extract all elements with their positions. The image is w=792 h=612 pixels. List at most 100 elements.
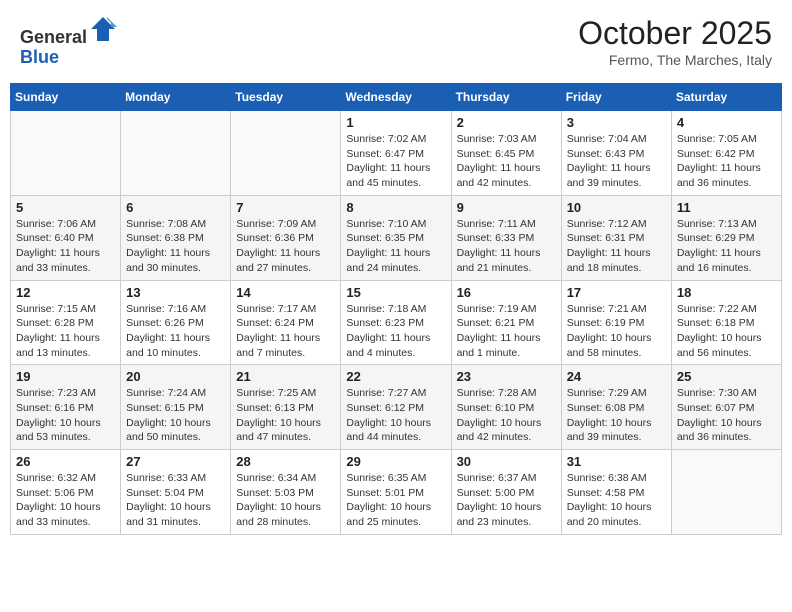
day-number: 19 <box>16 369 115 384</box>
day-number: 9 <box>457 200 556 215</box>
day-info: Sunrise: 7:24 AM Sunset: 6:15 PM Dayligh… <box>126 386 225 445</box>
logo: General Blue <box>20 15 117 68</box>
weekday-header: Friday <box>561 84 671 111</box>
day-number: 16 <box>457 285 556 300</box>
calendar-cell: 21Sunrise: 7:25 AM Sunset: 6:13 PM Dayli… <box>231 365 341 450</box>
calendar-cell: 5 Sunrise: 7:06 AM Sunset: 6:40 PM Daylig… <box>11 195 121 280</box>
logo-icon <box>89 15 117 43</box>
day-number: 29 <box>346 454 445 469</box>
weekday-header: Saturday <box>671 84 781 111</box>
calendar-table: SundayMondayTuesdayWednesdayThursdayFrid… <box>10 83 782 535</box>
calendar-cell <box>11 111 121 196</box>
day-info: Sunrise: 7:02 AM Sunset: 6:47 PM Dayligh… <box>346 132 445 191</box>
day-info: Sunrise: 7:06 AM Sunset: 6:40 PM Dayligh… <box>16 217 115 276</box>
weekday-header: Sunday <box>11 84 121 111</box>
calendar-cell: 2Sunrise: 7:03 AM Sunset: 6:45 PM Daylig… <box>451 111 561 196</box>
day-number: 21 <box>236 369 335 384</box>
day-number: 20 <box>126 369 225 384</box>
calendar-cell <box>231 111 341 196</box>
calendar-cell: 11 Sunrise: 7:13 AM Sunset: 6:29 PM Dayli… <box>671 195 781 280</box>
weekday-header-row: SundayMondayTuesdayWednesdayThursdayFrid… <box>11 84 782 111</box>
calendar-cell: 17 Sunrise: 7:21 AM Sunset: 6:19 PM Dayli… <box>561 280 671 365</box>
calendar-cell: 19 Sunrise: 7:23 AM Sunset: 6:16 PM Dayli… <box>11 365 121 450</box>
day-info: Sunrise: 6:33 AM Sunset: 5:04 PM Dayligh… <box>126 471 225 530</box>
calendar-cell <box>121 111 231 196</box>
calendar-cell: 29 Sunrise: 6:35 AM Sunset: 5:01 PM Dayli… <box>341 450 451 535</box>
day-info: Sunrise: 7:29 AM Sunset: 6:08 PM Dayligh… <box>567 386 666 445</box>
day-number: 14 <box>236 285 335 300</box>
calendar-cell: 31 Sunrise: 6:38 AM Sunset: 4:58 PM Dayli… <box>561 450 671 535</box>
calendar-cell: 14Sunrise: 7:17 AM Sunset: 6:24 PM Dayli… <box>231 280 341 365</box>
day-number: 10 <box>567 200 666 215</box>
day-info: Sunrise: 7:18 AM Sunset: 6:23 PM Dayligh… <box>346 302 445 361</box>
day-number: 8 <box>346 200 445 215</box>
calendar-cell: 10 Sunrise: 7:12 AM Sunset: 6:31 PM Dayli… <box>561 195 671 280</box>
calendar-week-row: 1 Sunrise: 7:02 AM Sunset: 6:47 PM Daylig… <box>11 111 782 196</box>
calendar-cell: 7 Sunrise: 7:09 AM Sunset: 6:36 PM Daylig… <box>231 195 341 280</box>
calendar-week-row: 26Sunrise: 6:32 AM Sunset: 5:06 PM Dayli… <box>11 450 782 535</box>
calendar-cell: 27 Sunrise: 6:33 AM Sunset: 5:04 PM Dayli… <box>121 450 231 535</box>
day-number: 31 <box>567 454 666 469</box>
calendar-cell: 1 Sunrise: 7:02 AM Sunset: 6:47 PM Daylig… <box>341 111 451 196</box>
day-info: Sunrise: 6:32 AM Sunset: 5:06 PM Dayligh… <box>16 471 115 530</box>
calendar-cell: 12 Sunrise: 7:15 AM Sunset: 6:28 PM Dayli… <box>11 280 121 365</box>
location: Fermo, The Marches, Italy <box>578 52 772 68</box>
day-number: 24 <box>567 369 666 384</box>
calendar-cell: 6Sunrise: 7:08 AM Sunset: 6:38 PM Daylig… <box>121 195 231 280</box>
calendar-cell: 3Sunrise: 7:04 AM Sunset: 6:43 PM Daylig… <box>561 111 671 196</box>
day-number: 3 <box>567 115 666 130</box>
weekday-header: Monday <box>121 84 231 111</box>
calendar-cell: 25Sunrise: 7:30 AM Sunset: 6:07 PM Dayli… <box>671 365 781 450</box>
day-number: 27 <box>126 454 225 469</box>
calendar-cell: 18Sunrise: 7:22 AM Sunset: 6:18 PM Dayli… <box>671 280 781 365</box>
day-info: Sunrise: 6:38 AM Sunset: 4:58 PM Dayligh… <box>567 471 666 530</box>
month-title: October 2025 <box>578 15 772 52</box>
logo-blue: Blue <box>20 47 59 67</box>
day-info: Sunrise: 7:12 AM Sunset: 6:31 PM Dayligh… <box>567 217 666 276</box>
day-info: Sunrise: 6:37 AM Sunset: 5:00 PM Dayligh… <box>457 471 556 530</box>
day-number: 5 <box>16 200 115 215</box>
calendar-cell: 30Sunrise: 6:37 AM Sunset: 5:00 PM Dayli… <box>451 450 561 535</box>
calendar-cell: 8 Sunrise: 7:10 AM Sunset: 6:35 PM Daylig… <box>341 195 451 280</box>
day-number: 12 <box>16 285 115 300</box>
day-number: 11 <box>677 200 776 215</box>
calendar-cell: 16 Sunrise: 7:19 AM Sunset: 6:21 PM Dayli… <box>451 280 561 365</box>
day-number: 2 <box>457 115 556 130</box>
weekday-header: Thursday <box>451 84 561 111</box>
day-info: Sunrise: 7:10 AM Sunset: 6:35 PM Dayligh… <box>346 217 445 276</box>
logo-general: General <box>20 27 87 47</box>
day-info: Sunrise: 7:09 AM Sunset: 6:36 PM Dayligh… <box>236 217 335 276</box>
calendar-cell: 9 Sunrise: 7:11 AM Sunset: 6:33 PM Daylig… <box>451 195 561 280</box>
day-info: Sunrise: 7:21 AM Sunset: 6:19 PM Dayligh… <box>567 302 666 361</box>
day-info: Sunrise: 7:28 AM Sunset: 6:10 PM Dayligh… <box>457 386 556 445</box>
day-info: Sunrise: 7:23 AM Sunset: 6:16 PM Dayligh… <box>16 386 115 445</box>
day-info: Sunrise: 7:11 AM Sunset: 6:33 PM Dayligh… <box>457 217 556 276</box>
calendar-cell: 4Sunrise: 7:05 AM Sunset: 6:42 PM Daylig… <box>671 111 781 196</box>
day-number: 17 <box>567 285 666 300</box>
calendar-cell: 20 Sunrise: 7:24 AM Sunset: 6:15 PM Dayli… <box>121 365 231 450</box>
calendar-cell: 22Sunrise: 7:27 AM Sunset: 6:12 PM Dayli… <box>341 365 451 450</box>
day-info: Sunrise: 6:34 AM Sunset: 5:03 PM Dayligh… <box>236 471 335 530</box>
calendar-week-row: 12 Sunrise: 7:15 AM Sunset: 6:28 PM Dayli… <box>11 280 782 365</box>
calendar-cell: 28 Sunrise: 6:34 AM Sunset: 5:03 PM Dayli… <box>231 450 341 535</box>
calendar-cell: 24 Sunrise: 7:29 AM Sunset: 6:08 PM Dayli… <box>561 365 671 450</box>
day-info: Sunrise: 6:35 AM Sunset: 5:01 PM Dayligh… <box>346 471 445 530</box>
calendar-cell: 26Sunrise: 6:32 AM Sunset: 5:06 PM Dayli… <box>11 450 121 535</box>
calendar-week-row: 5 Sunrise: 7:06 AM Sunset: 6:40 PM Daylig… <box>11 195 782 280</box>
day-number: 7 <box>236 200 335 215</box>
day-info: Sunrise: 7:13 AM Sunset: 6:29 PM Dayligh… <box>677 217 776 276</box>
day-number: 1 <box>346 115 445 130</box>
weekday-header: Tuesday <box>231 84 341 111</box>
day-number: 28 <box>236 454 335 469</box>
day-info: Sunrise: 7:16 AM Sunset: 6:26 PM Dayligh… <box>126 302 225 361</box>
day-number: 13 <box>126 285 225 300</box>
day-number: 4 <box>677 115 776 130</box>
calendar-week-row: 19 Sunrise: 7:23 AM Sunset: 6:16 PM Dayli… <box>11 365 782 450</box>
day-info: Sunrise: 7:19 AM Sunset: 6:21 PM Dayligh… <box>457 302 556 361</box>
day-info: Sunrise: 7:30 AM Sunset: 6:07 PM Dayligh… <box>677 386 776 445</box>
day-number: 22 <box>346 369 445 384</box>
day-number: 6 <box>126 200 225 215</box>
calendar-cell: 23Sunrise: 7:28 AM Sunset: 6:10 PM Dayli… <box>451 365 561 450</box>
day-number: 18 <box>677 285 776 300</box>
day-info: Sunrise: 7:15 AM Sunset: 6:28 PM Dayligh… <box>16 302 115 361</box>
